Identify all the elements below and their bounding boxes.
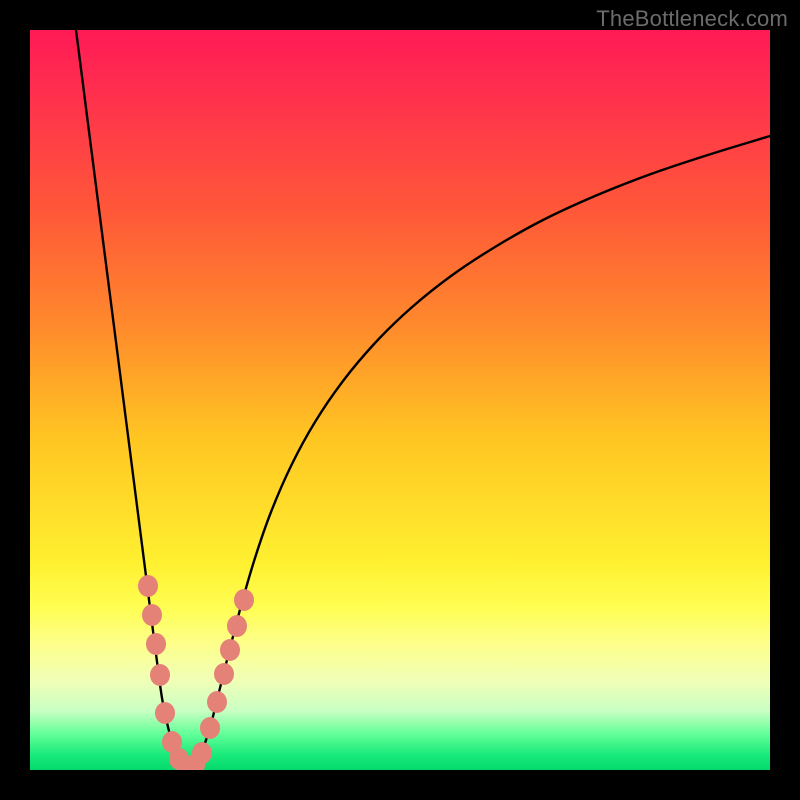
bottleneck-curve bbox=[76, 30, 770, 770]
data-marker bbox=[227, 615, 247, 637]
data-marker bbox=[207, 691, 227, 713]
marker-group bbox=[138, 575, 254, 770]
data-marker bbox=[234, 589, 254, 611]
data-marker bbox=[220, 639, 240, 661]
data-marker bbox=[214, 663, 234, 685]
data-marker bbox=[155, 702, 175, 724]
data-marker bbox=[200, 717, 220, 739]
data-marker bbox=[192, 742, 212, 764]
watermark-text: TheBottleneck.com bbox=[596, 6, 788, 32]
curve-group bbox=[76, 30, 770, 770]
data-marker bbox=[142, 604, 162, 626]
data-marker bbox=[138, 575, 158, 597]
data-marker bbox=[146, 633, 166, 655]
chart-svg bbox=[30, 30, 770, 770]
chart-frame: TheBottleneck.com bbox=[0, 0, 800, 800]
plot-area bbox=[30, 30, 770, 770]
data-marker bbox=[150, 664, 170, 686]
